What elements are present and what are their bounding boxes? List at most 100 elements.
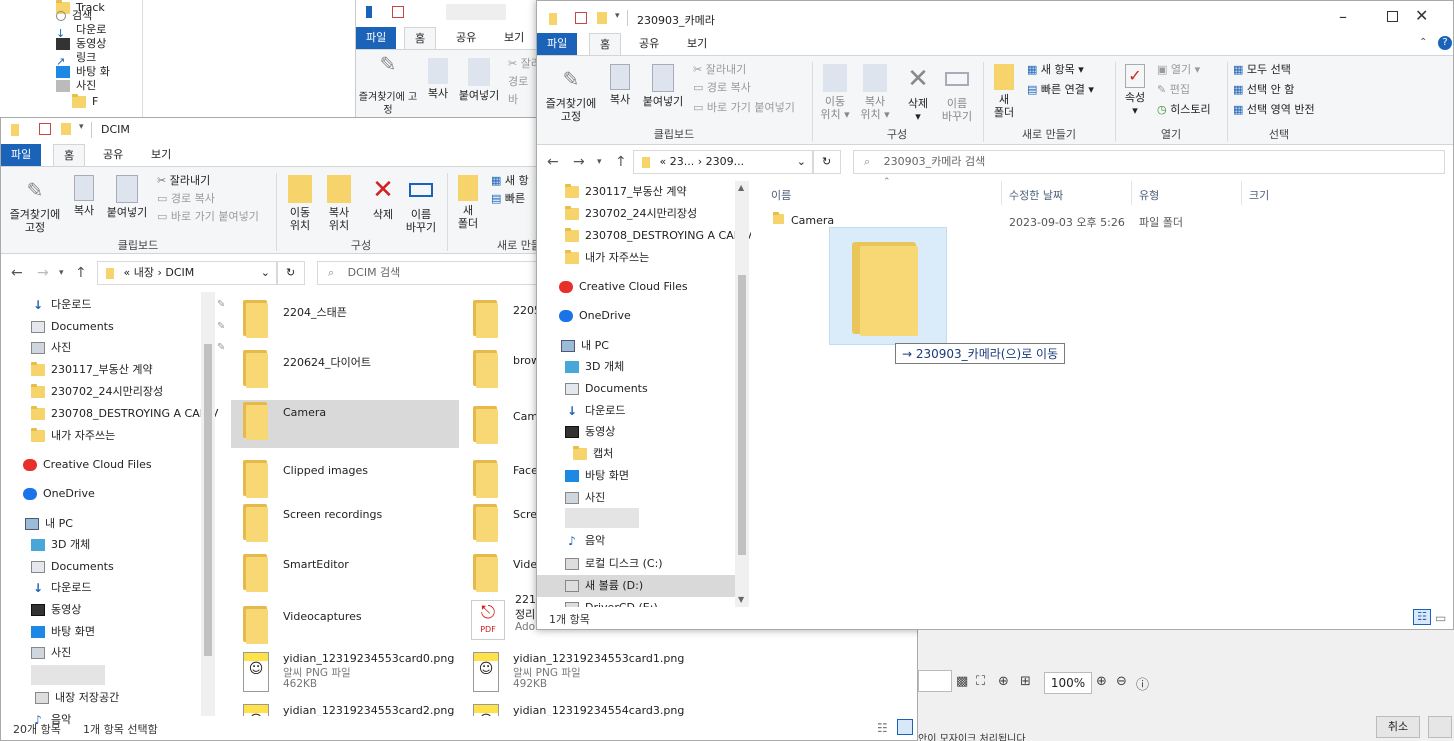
- rename-button[interactable]: 이름 바꾸기: [401, 175, 441, 234]
- copy-button[interactable]: 복사: [420, 58, 456, 100]
- sidebar-item[interactable]: Documents: [31, 557, 114, 577]
- copy-button[interactable]: 복사: [67, 175, 101, 217]
- sidebar-item[interactable]: 바탕 화면: [31, 622, 95, 642]
- sidebar-item[interactable]: 230708_DESTROYING A CAR V: [565, 226, 751, 246]
- tab-home[interactable]: 홈: [589, 33, 622, 55]
- folder-icon[interactable]: [473, 300, 499, 338]
- sidebar-item[interactable]: 동영상: [565, 422, 615, 442]
- search-input[interactable]: ⌕ DCIM 검색: [317, 261, 547, 285]
- back-button[interactable]: ←: [11, 261, 23, 285]
- pin-button[interactable]: ✎ 즐겨찾기에 고정: [358, 54, 418, 117]
- folder-icon[interactable]: [473, 554, 499, 592]
- folder-icon[interactable]: [243, 300, 269, 338]
- select-all-button[interactable]: ▦ 모두 선택: [1233, 60, 1291, 80]
- tab-view[interactable]: 보기: [494, 27, 534, 49]
- search-input[interactable]: ⌕ 230903_카메라 검색: [853, 150, 1445, 174]
- sidebar-item[interactable]: 캡처: [573, 444, 613, 464]
- paste-shortcut-button[interactable]: 바: [508, 90, 518, 110]
- bg-tree-item[interactable]: F: [72, 92, 98, 112]
- file-name[interactable]: yidian_12319234554card3.png: [513, 704, 684, 716]
- image-thumbnail-icon[interactable]: ☺: [473, 652, 499, 692]
- zoom-in-icon[interactable]: ⊕: [1096, 674, 1107, 689]
- sidebar-item[interactable]: 3D 개체: [565, 357, 624, 377]
- folder-icon[interactable]: [473, 460, 499, 498]
- tab-file[interactable]: 파일: [356, 27, 397, 49]
- qat-dropdown-icon[interactable]: ▾: [615, 11, 620, 21]
- close-button[interactable]: ✕: [1415, 6, 1428, 25]
- sidebar-item[interactable]: [31, 665, 105, 685]
- zoom-fit-icon[interactable]: ⊕: [998, 674, 1009, 689]
- sidebar-item[interactable]: 사진: [31, 643, 71, 663]
- minimize-button[interactable]: –: [1339, 7, 1347, 26]
- sidebar-item[interactable]: OneDrive: [559, 306, 631, 326]
- fit-icon[interactable]: ⛶: [976, 674, 985, 689]
- file-name[interactable]: Face: [513, 464, 538, 477]
- file-name[interactable]: SmartEditor: [283, 558, 349, 571]
- move-to-button[interactable]: 이동 위치 ▾: [817, 64, 853, 121]
- new-folder-icon[interactable]: [61, 123, 71, 135]
- sidebar-item[interactable]: 230117_부동산 계약: [565, 182, 687, 202]
- tab-share[interactable]: 공유: [629, 33, 669, 55]
- invert-selection-button[interactable]: ▦ 선택 영역 반전: [1233, 100, 1315, 120]
- sidebar-item[interactable]: 230702_24시만리장성: [565, 204, 697, 224]
- file-name[interactable]: yidian_12319234553card2.png: [283, 704, 454, 716]
- folder-icon[interactable]: [243, 460, 269, 498]
- sidebar-item[interactable]: ↓ 다운로드: [565, 401, 626, 421]
- sidebar-item[interactable]: OneDrive: [23, 484, 95, 504]
- tab-share[interactable]: 공유: [446, 27, 486, 49]
- sidebar-item[interactable]: ↓ 다운로드: [31, 578, 92, 598]
- rename-button[interactable]: 이름 바꾸기: [937, 64, 977, 123]
- image-thumbnail-icon[interactable]: ☺: [243, 652, 269, 692]
- tab-file[interactable]: 파일: [537, 33, 578, 55]
- properties-button[interactable]: ✓ 속성 ▾: [1121, 64, 1149, 117]
- file-name[interactable]: 220624_다이어트: [283, 354, 371, 370]
- copy-path-button[interactable]: ▭ 경로 복사: [693, 78, 751, 98]
- folder-icon[interactable]: [473, 504, 499, 542]
- column-type[interactable]: 유형: [1139, 187, 1159, 203]
- collapse-ribbon-icon[interactable]: ⌃: [1419, 37, 1427, 48]
- file-name[interactable]: Camera: [283, 406, 326, 419]
- sidebar-item[interactable]: ♪ 음악: [565, 531, 605, 551]
- new-folder-icon[interactable]: [597, 12, 607, 24]
- refresh-button[interactable]: ↻: [277, 261, 305, 285]
- move-to-button[interactable]: 이동 위치: [283, 175, 317, 232]
- sidebar-item[interactable]: 사진 ✎: [31, 338, 225, 358]
- file-name[interactable]: Scre: [513, 508, 537, 521]
- file-name[interactable]: Vide: [513, 558, 537, 571]
- image-thumbnail-icon[interactable]: ☺: [243, 704, 269, 716]
- column-modified[interactable]: 수정한 날짜: [1009, 187, 1063, 203]
- select-none-button[interactable]: ▦ 선택 안 함: [1233, 80, 1294, 100]
- sidebar-item[interactable]: Documents ✎: [31, 317, 225, 337]
- folder-icon[interactable]: [243, 402, 269, 440]
- sidebar-item[interactable]: 내가 자주쓰는: [31, 426, 115, 446]
- sidebar-item[interactable]: 동영상: [31, 600, 81, 620]
- sidebar-item[interactable]: 내 PC: [25, 514, 73, 534]
- easy-access-button[interactable]: ▤ 빠른 연결 ▾: [1027, 80, 1094, 100]
- sidebar-item[interactable]: 내가 자주쓰는: [565, 248, 649, 268]
- new-folder-button[interactable]: 새 폴더: [453, 175, 483, 230]
- sidebar-item[interactable]: 3D 개체: [31, 535, 90, 555]
- new-item-button[interactable]: ▦ 새 항: [491, 171, 529, 191]
- details-view-icon[interactable]: ☷: [877, 721, 888, 735]
- copy-to-button[interactable]: 복사 위치 ▾: [855, 64, 895, 121]
- copy-button[interactable]: 복사: [603, 64, 637, 106]
- tab-view[interactable]: 보기: [141, 144, 181, 166]
- large-icons-view-icon[interactable]: ▭: [1435, 611, 1446, 625]
- column-name[interactable]: 이름: [771, 187, 791, 203]
- pdf-icon[interactable]: ⎋ PDF: [471, 600, 505, 640]
- recent-locations-button[interactable]: ▾: [597, 150, 602, 174]
- sidebar-item[interactable]: 230702_24시만리장성: [31, 382, 163, 402]
- cancel-button[interactable]: 취소: [1376, 716, 1420, 738]
- help-icon[interactable]: ?: [1438, 36, 1452, 50]
- file-name[interactable]: 2204_스태픈: [283, 304, 347, 320]
- address-bar[interactable]: « 내장 › DCIM ⌄: [97, 261, 277, 285]
- sidebar-item[interactable]: 230708_DESTROYING A CAR V: [31, 404, 218, 424]
- paste-button[interactable]: 붙여넣기: [639, 64, 687, 108]
- folder-icon[interactable]: [473, 350, 499, 388]
- file-name[interactable]: Cam: [513, 410, 538, 423]
- sidebar-item[interactable]: ↓ 다운로드 ✎: [31, 295, 225, 315]
- pin-button[interactable]: ✎ 즐겨찾기에 고정: [541, 64, 601, 123]
- sidebar-item[interactable]: 로컬 디스크 (C:): [565, 554, 663, 574]
- folder-icon[interactable]: [243, 350, 269, 388]
- folder-icon[interactable]: [243, 606, 269, 644]
